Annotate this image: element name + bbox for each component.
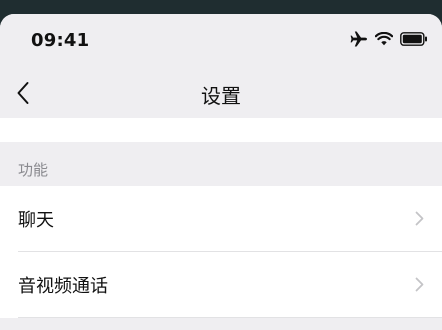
chevron-right-icon <box>415 211 424 230</box>
section-header: 功能 <box>0 142 442 186</box>
wifi-icon <box>375 32 393 46</box>
nav-bar: 设置 <box>0 72 442 118</box>
status-icons <box>350 31 428 47</box>
settings-row-chat[interactable]: 聊天 <box>0 186 442 252</box>
battery-icon <box>400 32 428 46</box>
row-label: 聊天 <box>18 210 54 231</box>
row-label: 音视频通话 <box>18 276 108 297</box>
airplane-icon <box>350 31 368 47</box>
row-divider <box>18 317 442 318</box>
status-time: 09:41 <box>31 30 90 51</box>
blank-cell <box>0 118 442 142</box>
section-label: 功能 <box>18 161 49 179</box>
chevron-right-icon <box>415 277 424 296</box>
settings-row-av-call[interactable]: 音视频通话 <box>0 252 442 318</box>
top-bar: 09:41 设置 <box>0 14 442 118</box>
phone-screen: 09:41 设置 功能 聊天 音视频通话 <box>0 14 442 330</box>
settings-list: 聊天 音视频通话 <box>0 186 442 318</box>
page-title: 设置 <box>201 84 241 108</box>
